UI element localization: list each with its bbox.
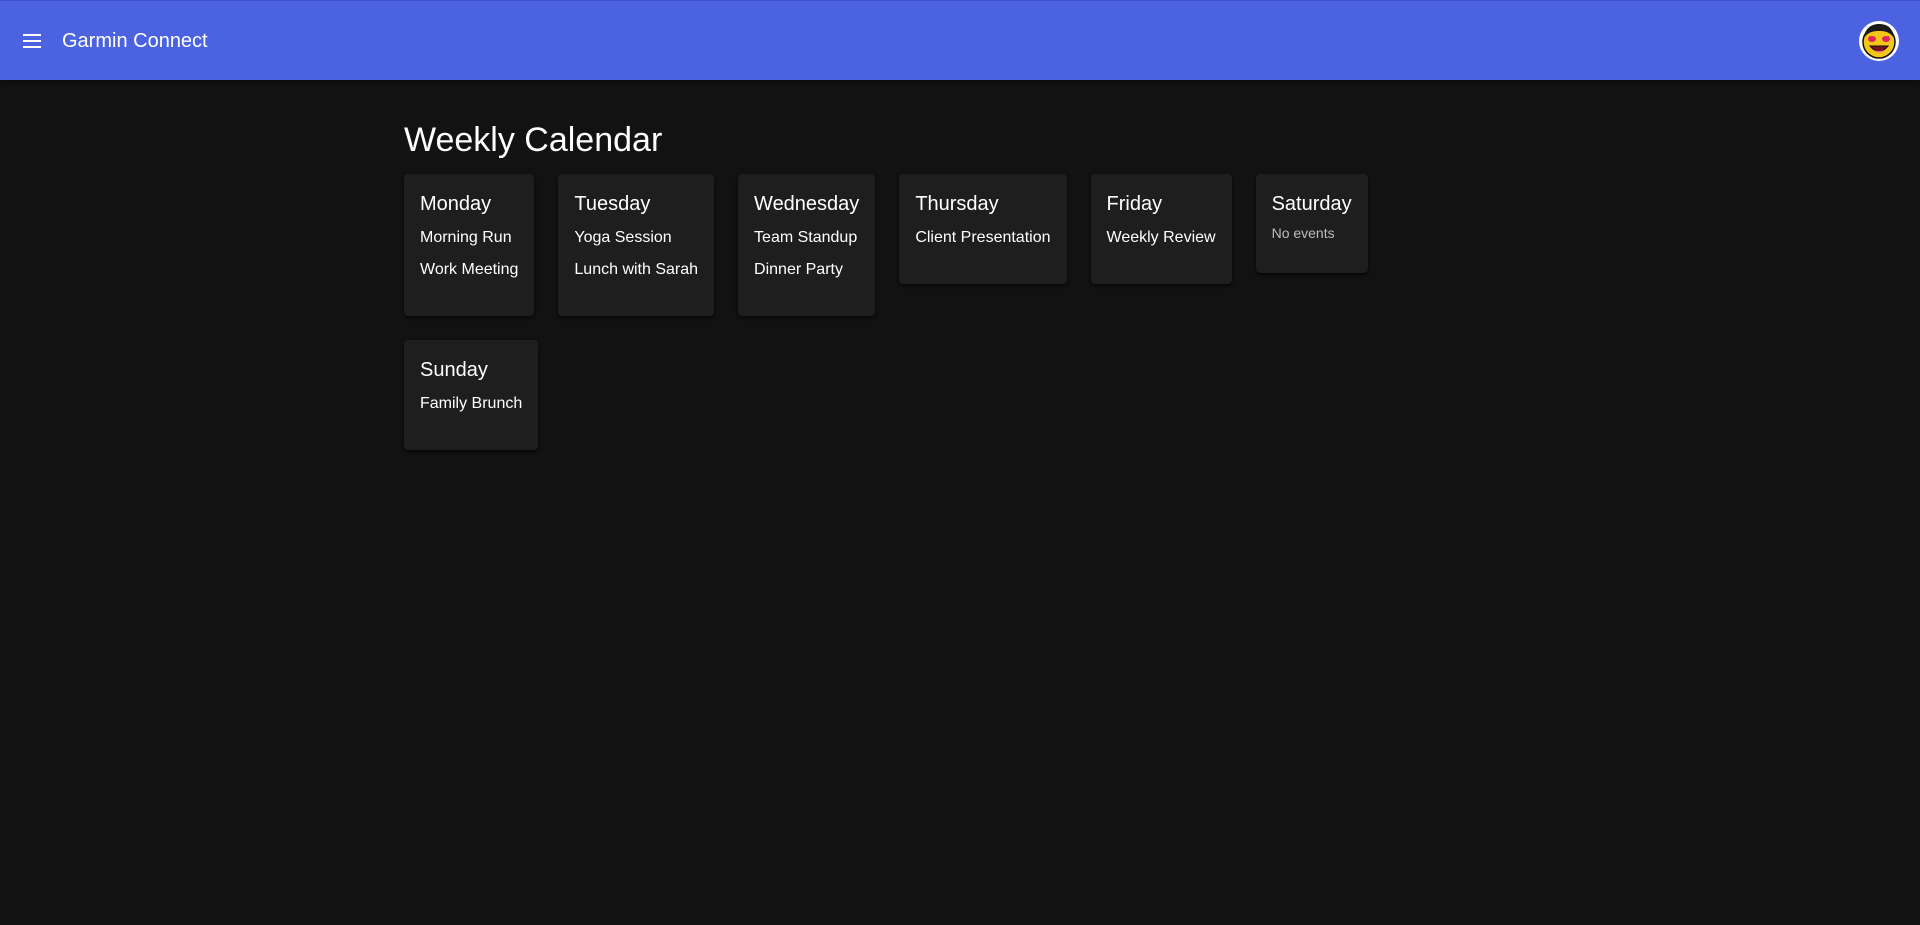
day-name: Tuesday — [574, 193, 651, 215]
event-item[interactable]: Weekly Review — [1107, 222, 1216, 254]
day-name: Thursday — [915, 193, 999, 215]
event-item[interactable]: Lunch with Sarah — [574, 254, 698, 286]
day-name: Wednesday — [754, 193, 860, 215]
event-item[interactable]: Yoga Session — [574, 222, 698, 254]
menu-icon-bar — [23, 46, 41, 48]
event-item[interactable]: Team Standup — [754, 222, 859, 254]
day-name: Sunday — [420, 359, 488, 381]
day-card-monday: Monday Morning Run Work Meeting — [404, 174, 535, 316]
page-title: Weekly Calendar — [404, 121, 663, 159]
menu-icon-bar — [23, 34, 41, 36]
week-grid: Monday Morning Run Work Meeting Tuesday … — [404, 174, 1516, 450]
event-item[interactable]: Morning Run — [420, 222, 518, 254]
day-name: Monday — [420, 193, 492, 215]
day-card-tuesday: Tuesday Yoga Session Lunch with Sarah — [558, 174, 715, 316]
menu-icon-bar — [23, 40, 41, 42]
event-item[interactable]: Client Presentation — [915, 222, 1050, 254]
event-item[interactable]: Work Meeting — [420, 254, 518, 286]
day-card-sunday: Sunday Family Brunch — [404, 340, 539, 450]
day-name: Friday — [1106, 193, 1163, 215]
day-name: Saturday — [1271, 193, 1352, 215]
menu-icon[interactable] — [20, 29, 44, 53]
event-item[interactable]: Dinner Party — [754, 254, 859, 286]
app-title: Garmin Connect — [62, 30, 208, 52]
emoji-avatar-icon[interactable] — [1859, 21, 1899, 61]
day-card-friday: Friday Weekly Review — [1090, 174, 1232, 284]
no-events-label: No events — [1271, 225, 1335, 241]
day-card-thursday: Thursday Client Presentation — [899, 174, 1067, 284]
day-card-wednesday: Wednesday Team Standup Dinner Party — [738, 174, 876, 316]
event-item[interactable]: Family Brunch — [420, 388, 522, 420]
emoji-avatar-icon-graphic — [1860, 22, 1898, 60]
app-bar: Garmin Connect — [0, 0, 1920, 80]
day-card-saturday: Saturday No events — [1255, 174, 1368, 273]
